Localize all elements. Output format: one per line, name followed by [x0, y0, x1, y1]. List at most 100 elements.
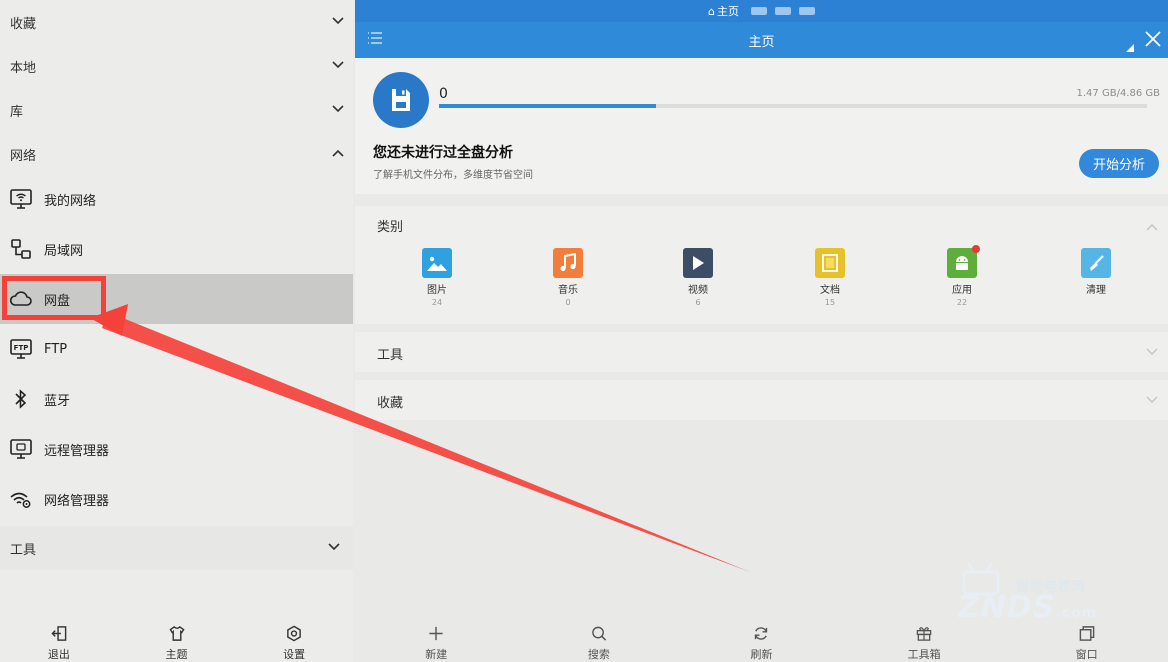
category-clean[interactable]: 清理 — [1066, 248, 1126, 297]
document-icon — [815, 248, 845, 278]
search-icon — [592, 626, 607, 641]
category-count: 0 — [565, 298, 571, 307]
remote-manager-icon — [8, 436, 34, 462]
category-label: 图片 — [427, 285, 447, 296]
settings-label: 设置 — [283, 648, 306, 661]
theme-shirt-icon — [168, 625, 185, 641]
znds-watermark-logo: 智能电视网 ZNDS.com — [958, 560, 1158, 630]
category-images[interactable]: 图片 24 — [407, 248, 467, 309]
lan-icon — [8, 236, 34, 262]
drawer-item-ftp[interactable]: FTP FTP — [0, 324, 353, 374]
tools-panel[interactable]: 工具 — [355, 332, 1168, 372]
refresh-button[interactable]: 刷新 — [680, 615, 843, 662]
category-label: 视频 — [688, 285, 708, 296]
chevron-up-icon[interactable] — [1146, 222, 1158, 232]
monitor-wifi-icon — [8, 186, 34, 212]
chevron-down-icon — [1146, 396, 1158, 403]
close-icon[interactable] — [1143, 29, 1163, 49]
storage-used-value: 0 — [439, 86, 448, 102]
theme-button[interactable]: 主题 — [118, 615, 236, 662]
drawer-item-network-manager[interactable]: 网络管理器 — [0, 474, 353, 524]
section-favorites[interactable]: 收藏 — [0, 0, 353, 44]
category-label: 音乐 — [558, 285, 578, 296]
search-label: 搜索 — [587, 648, 610, 661]
chevron-down-icon — [332, 61, 344, 69]
app-bar: 主页 — [355, 22, 1168, 58]
svg-text:FTP: FTP — [14, 344, 29, 352]
refresh-icon — [755, 627, 768, 640]
category-count: 15 — [824, 298, 836, 307]
drawer-item-label: 局域网 — [44, 243, 84, 259]
drawer-item-label: 远程管理器 — [44, 443, 110, 459]
android-icon — [947, 245, 980, 278]
drawer-bottom-bar: 退出 主题 设置 — [0, 615, 353, 662]
section-tools[interactable]: 工具 — [0, 526, 353, 570]
status-title: 主页 — [716, 5, 739, 18]
section-network[interactable]: 网络 — [0, 132, 353, 176]
exit-icon — [51, 626, 67, 641]
category-label: 清理 — [1086, 285, 1106, 296]
drawer-item-label: FTP — [44, 341, 68, 357]
category-video[interactable]: 视频 6 — [668, 248, 728, 309]
chevron-down-icon — [332, 105, 344, 113]
exit-label: 退出 — [47, 648, 70, 661]
drawer-item-my-network[interactable]: 我的网络 — [0, 174, 353, 224]
windows-label: 窗口 — [1075, 648, 1098, 661]
categories-card: 类别 图片 24 音乐 0 视频 6 文档 15 应用 22 清理 — [355, 206, 1168, 324]
search-button[interactable]: 搜索 — [518, 615, 681, 662]
video-play-icon — [683, 248, 713, 278]
drawer-item-label: 我的网络 — [44, 193, 97, 209]
tools-panel-title: 工具 — [377, 348, 404, 363]
analysis-subtitle: 了解手机文件分布，多维度节省空间 — [373, 170, 533, 181]
favorites-panel-title: 收藏 — [377, 396, 404, 411]
image-icon — [422, 248, 452, 278]
section-label: 工具 — [10, 542, 37, 558]
category-documents[interactable]: 文档 15 — [800, 248, 860, 309]
drawer-item-bluetooth[interactable]: 蓝牙 — [0, 374, 353, 424]
chevron-down-icon — [328, 543, 340, 551]
exit-button[interactable]: 退出 — [0, 615, 118, 662]
drawer-item-remote-manager[interactable]: 远程管理器 — [0, 424, 353, 474]
watermark-brand: ZNDS — [958, 590, 1056, 625]
category-music[interactable]: 音乐 0 — [538, 248, 598, 309]
section-label: 网络 — [10, 148, 37, 164]
category-label: 应用 — [952, 285, 972, 296]
section-local[interactable]: 本地 — [0, 44, 353, 88]
storage-card: 0 1.47 GB/4.86 GB 您还未进行过全盘分析 了解手机文件分布，多维… — [355, 58, 1168, 194]
watermark-en-text: ZNDS.com — [958, 590, 1097, 625]
status-indicators — [750, 7, 815, 15]
category-apps[interactable]: 应用 22 — [932, 245, 992, 309]
toolbox-gift-icon — [916, 627, 932, 641]
music-icon — [553, 248, 583, 278]
storage-progress-fill — [439, 104, 657, 108]
chevron-up-icon — [332, 149, 344, 157]
toolbox-label: 工具箱 — [907, 648, 941, 661]
bluetooth-icon — [8, 386, 34, 412]
new-button[interactable]: 新建 — [355, 615, 518, 662]
watermark-suffix: .com — [1055, 605, 1098, 621]
section-library[interactable]: 库 — [0, 88, 353, 132]
resize-handle-icon[interactable] — [1126, 44, 1134, 52]
section-label: 收藏 — [10, 16, 37, 32]
analysis-title: 您还未进行过全盘分析 — [373, 145, 513, 161]
categories-title: 类别 — [377, 220, 404, 235]
drawer-item-lan[interactable]: 局域网 — [0, 224, 353, 274]
favorites-panel[interactable]: 收藏 — [355, 380, 1168, 420]
section-label: 本地 — [10, 60, 37, 76]
network-manager-icon — [8, 486, 34, 512]
refresh-label: 刷新 — [750, 648, 773, 661]
navigation-drawer: 收藏 本地 库 网络 我的网络 局域网 网盘 FTP FTP 蓝牙 远程管理器 … — [0, 0, 353, 662]
category-count: 6 — [695, 298, 701, 307]
page-title: 主页 — [748, 35, 775, 50]
status-bar: ⌂ 主页 — [355, 0, 1168, 22]
start-analysis-button[interactable]: 开始分析 — [1079, 149, 1159, 178]
storage-progress-bar — [439, 104, 1147, 108]
new-badge — [972, 245, 980, 253]
drawer-item-label: 蓝牙 — [44, 393, 71, 409]
storage-capacity: 1.47 GB/4.86 GB — [1076, 88, 1160, 99]
category-label: 文档 — [820, 285, 840, 296]
chevron-down-icon — [332, 17, 344, 25]
disk-icon — [373, 72, 429, 128]
settings-button[interactable]: 设置 — [235, 615, 353, 662]
gear-icon — [287, 625, 302, 642]
